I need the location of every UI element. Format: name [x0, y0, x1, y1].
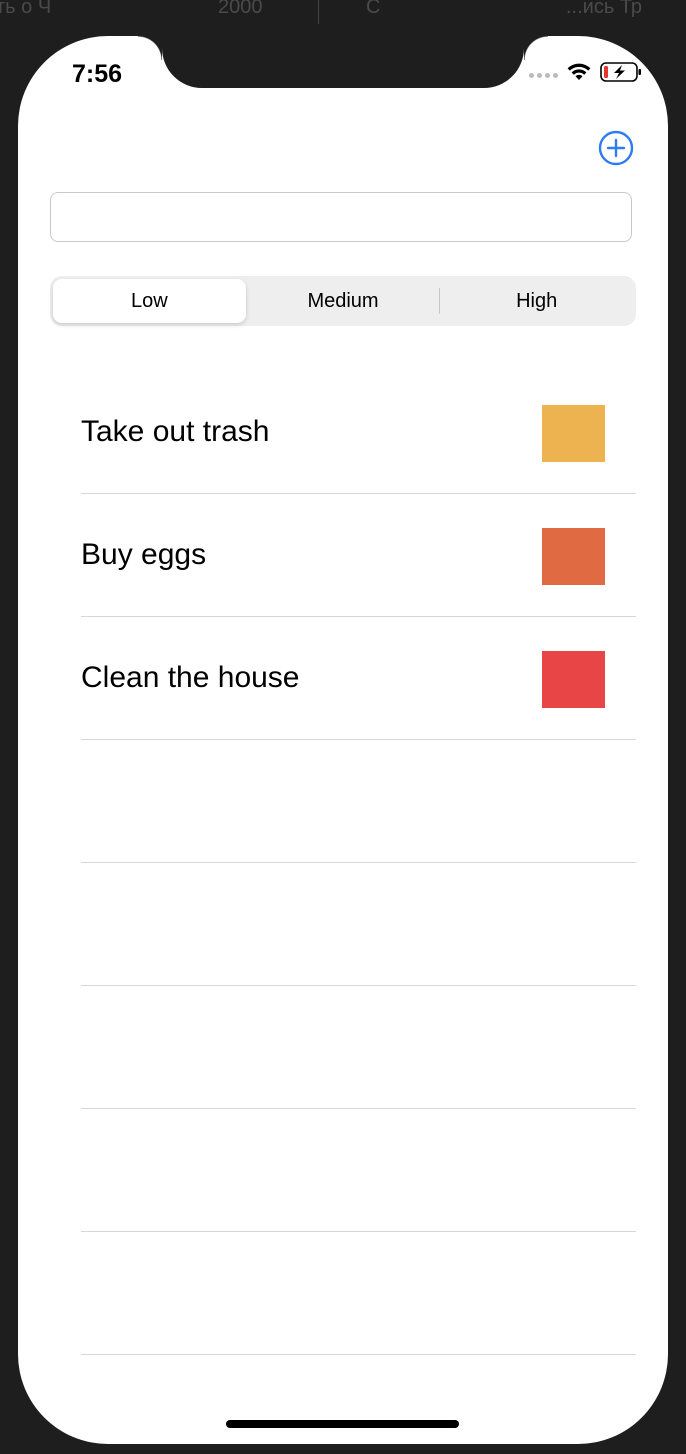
- status-time: 7:56: [72, 60, 123, 88]
- task-row[interactable]: Clean the house: [81, 617, 636, 740]
- background-divider: [318, 0, 319, 24]
- add-task-button[interactable]: [598, 130, 634, 166]
- empty-row: [81, 740, 636, 863]
- device-notch: [138, 36, 548, 88]
- task-title: Take out trash: [81, 415, 270, 448]
- task-list: Take out trash Buy eggs Clean the house: [81, 371, 636, 1355]
- priority-color-swatch: [542, 405, 605, 462]
- battery-charging-icon: [600, 62, 641, 82]
- empty-row: [81, 986, 636, 1109]
- empty-row: [81, 1109, 636, 1232]
- empty-row: [81, 1232, 636, 1355]
- wifi-icon: [567, 63, 591, 80]
- empty-row: [81, 863, 636, 986]
- priority-color-swatch: [542, 528, 605, 585]
- segment-high[interactable]: High: [440, 279, 633, 323]
- home-indicator: [226, 1420, 459, 1428]
- signal-dots-icon: [529, 72, 558, 78]
- task-row[interactable]: Take out trash: [81, 371, 636, 494]
- segment-medium[interactable]: Medium: [247, 279, 440, 323]
- priority-color-swatch: [542, 651, 605, 708]
- phone-screen: 7:56 Low Medium High Take out trash Buy …: [18, 36, 668, 1444]
- task-row[interactable]: Buy eggs: [81, 494, 636, 617]
- background-text-4: ...ись Тр: [566, 0, 643, 18]
- status-indicators: [529, 62, 642, 82]
- task-title-input[interactable]: [50, 192, 632, 242]
- task-title: Clean the house: [81, 661, 300, 694]
- priority-segmented-control: Low Medium High: [50, 276, 636, 326]
- background-window-strip: ть о Ч 2000 С ...ись Тр: [0, 0, 686, 24]
- segment-low[interactable]: Low: [53, 279, 246, 323]
- background-text-3: С: [366, 0, 381, 18]
- background-text-1: ть о Ч: [0, 0, 52, 18]
- background-text-2: 2000: [218, 0, 263, 18]
- task-title: Buy eggs: [81, 538, 207, 571]
